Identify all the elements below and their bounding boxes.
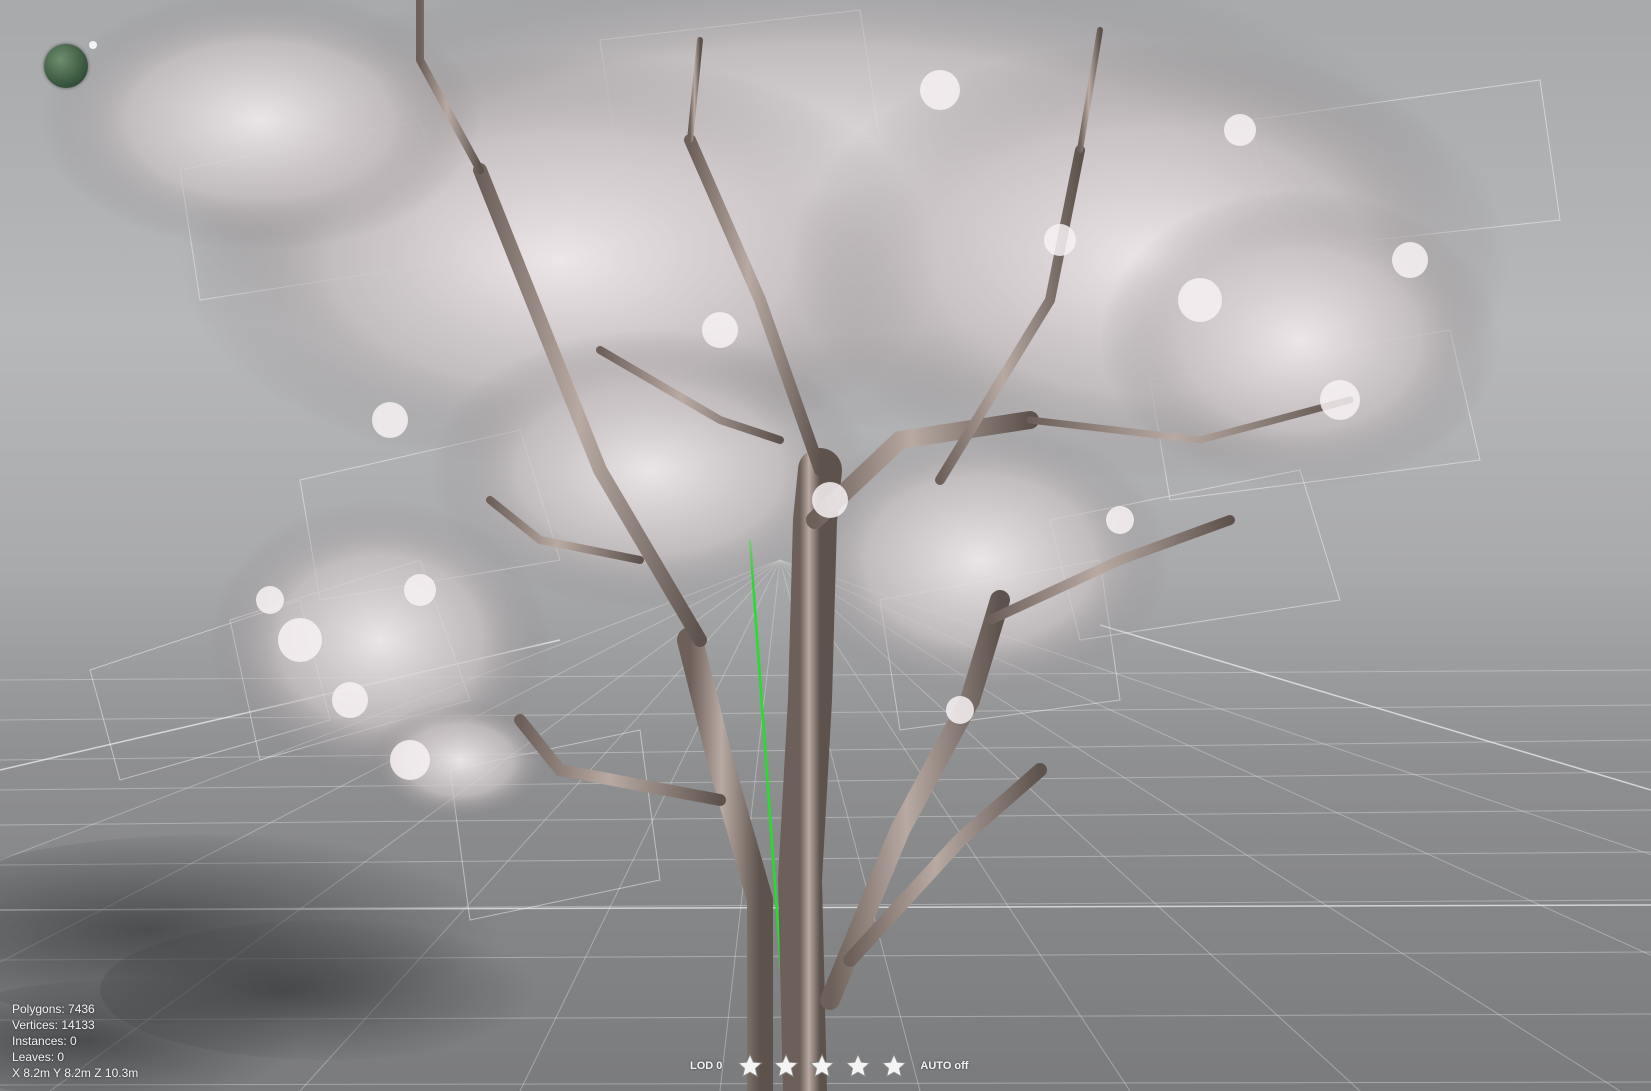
auto-lod-toggle[interactable]: AUTO off [920, 1060, 968, 1072]
orientation-gizmo[interactable] [44, 44, 88, 88]
tree-canopy [40, 0, 1510, 820]
lod-star-5[interactable] [880, 1053, 908, 1079]
lod-star-1[interactable] [736, 1053, 764, 1079]
star-icon [773, 1053, 800, 1078]
3d-viewport[interactable] [0, 0, 1651, 1091]
lod-star-2[interactable] [772, 1053, 800, 1079]
lod-label: LOD 0 [690, 1060, 723, 1072]
star-icon [845, 1053, 872, 1078]
polygons-count: Polygons: 7436 [12, 1002, 95, 1016]
scene-stats-overlay: Polygons: 7436 Vertices: 14133 Instances… [12, 1001, 138, 1081]
leaves-count: Leaves: 0 [12, 1050, 65, 1064]
lod-star-4[interactable] [844, 1053, 872, 1079]
vertices-count: Vertices: 14133 [12, 1018, 95, 1032]
lod-star-3[interactable] [808, 1053, 836, 1079]
lod-bar: LOD 0 AUTO off [690, 1053, 968, 1079]
light-indicator-dot [89, 41, 97, 49]
dimensions-readout: X 8.2m Y 8.2m Z 10.3m [12, 1066, 139, 1080]
instances-count: Instances: 0 [12, 1034, 77, 1048]
scene-canvas [0, 0, 1651, 1091]
star-icon [737, 1053, 764, 1078]
star-icon [881, 1053, 908, 1078]
star-icon [809, 1053, 836, 1078]
